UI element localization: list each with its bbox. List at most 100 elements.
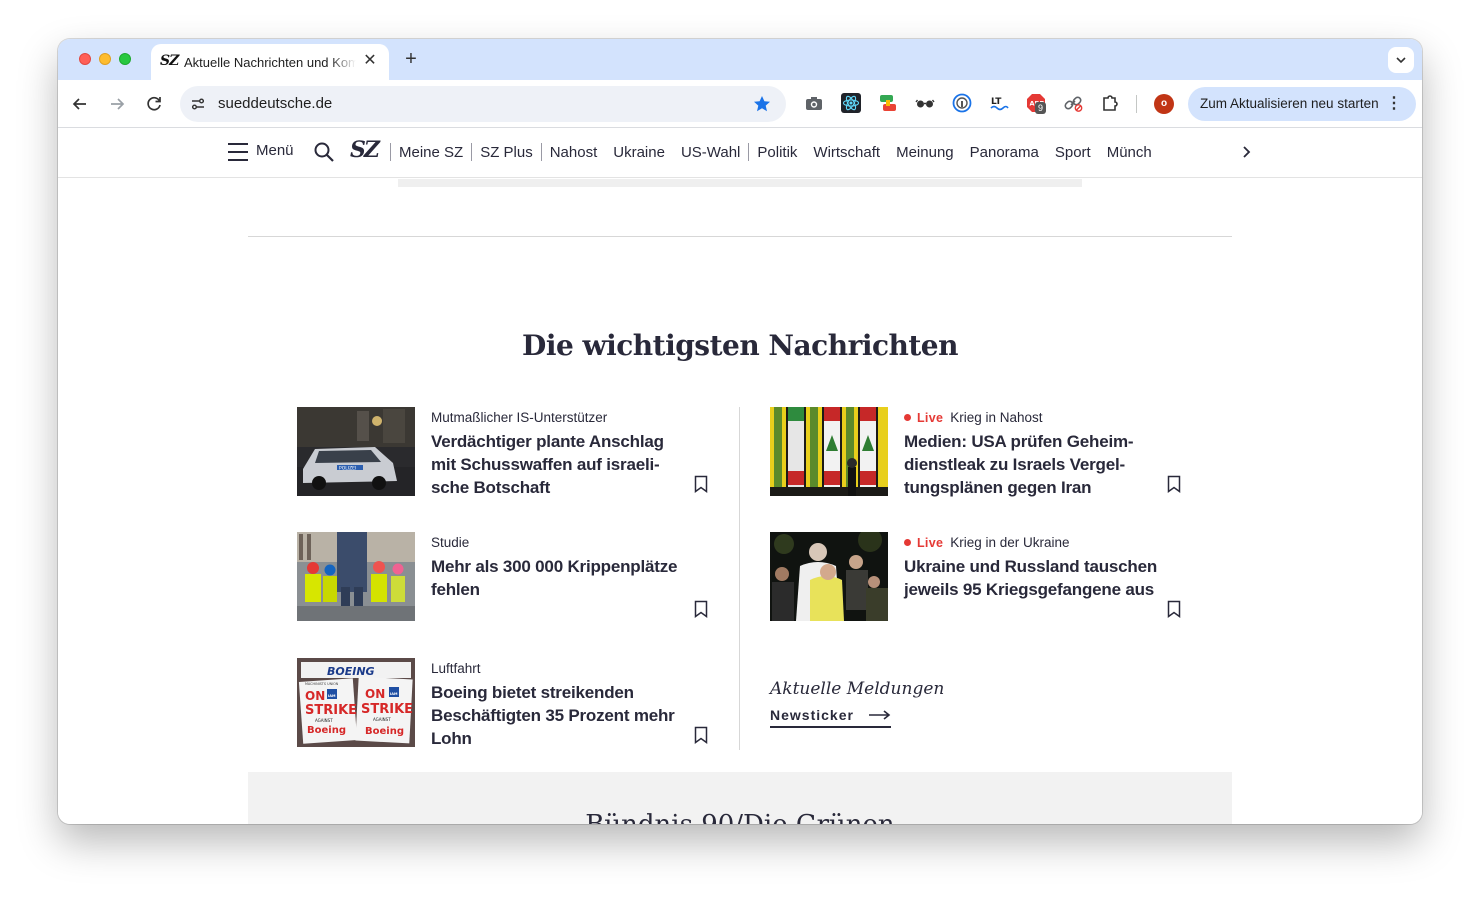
article-kicker: Mutmaßlicher IS-Unterstützer xyxy=(431,410,608,425)
article-text: Live Krieg in Nahost Medien: USA prüfen G… xyxy=(904,407,1160,499)
menu-button[interactable]: Menü xyxy=(256,142,294,159)
nav-items: Meine SZ SZ Plus Nahost Ukraine US-Wahl … xyxy=(390,142,1160,162)
bookmark-icon[interactable] xyxy=(694,726,708,744)
article-image[interactable] xyxy=(770,407,888,496)
extensions-puzzle-icon[interactable] xyxy=(1099,92,1121,114)
react-devtools-icon[interactable] xyxy=(840,92,862,114)
article-kicker: Krieg in Nahost xyxy=(950,410,1043,425)
strike-word-text: STRIKE xyxy=(361,702,413,717)
site-settings-icon[interactable] xyxy=(190,96,206,112)
article-card[interactable]: Live Krieg in der Ukraine Ukraine und Rus… xyxy=(770,532,1190,632)
profile-avatar[interactable]: o xyxy=(1154,94,1174,114)
sz-favicon-icon: SZ xyxy=(160,53,179,69)
next-section: Bündnis 90/Die Grünen xyxy=(248,772,1232,824)
sz-logo[interactable]: SZ xyxy=(350,137,380,163)
ad-placeholder xyxy=(398,179,1082,187)
extension-badge: 9 xyxy=(1035,102,1047,114)
union-badge-text: IAM xyxy=(328,694,336,698)
restart-to-update-button[interactable]: Zum Aktualisieren neu starten ⋮ xyxy=(1188,87,1416,121)
bookmark-icon[interactable] xyxy=(694,475,708,493)
article-kicker-row: Live Krieg in Nahost xyxy=(904,410,1160,425)
browser-toolbar: sueddeutsche.de LT ABP 9 o Zum Aktualisi… xyxy=(58,80,1422,128)
bookmark-icon[interactable] xyxy=(1167,475,1181,493)
nav-item-politik[interactable]: Politik xyxy=(749,144,805,161)
next-section-title: Bündnis 90/Die Grünen xyxy=(248,810,1232,824)
article-text: Luftfahrt Boeing bietet streikenden Besc… xyxy=(431,658,687,750)
article-card[interactable]: POLIZEI Mutmaßlicher IS-Unterstützer Ver… xyxy=(297,407,717,507)
forward-button[interactable] xyxy=(105,92,129,116)
adblock-extension-icon[interactable]: ABP 9 xyxy=(1025,92,1047,114)
live-badge: Live xyxy=(917,411,944,425)
tab-strip: SZ Aktuelle Nachrichten und Kommentare ✕… xyxy=(58,39,1422,80)
strike-on-text: ON xyxy=(365,687,385,701)
nav-item-muenchen[interactable]: Münch xyxy=(1099,144,1160,161)
police-label: POLIZEI xyxy=(339,466,356,472)
glasses-extension-icon[interactable] xyxy=(914,92,936,114)
color-extension-icon[interactable] xyxy=(877,92,899,114)
section-title: Die wichtigsten Nachrichten xyxy=(522,329,958,362)
nav-item-nahost[interactable]: Nahost xyxy=(542,144,606,161)
back-button[interactable] xyxy=(68,92,92,116)
address-bar[interactable]: sueddeutsche.de xyxy=(180,86,786,122)
article-image[interactable] xyxy=(770,532,888,621)
article-card[interactable]: BOEING ON IAM STRIKE AGAINST Boeing ON I… xyxy=(297,658,717,758)
article-headline[interactable]: Medien: USA prüfen Geheim­dienstleak zu … xyxy=(904,430,1160,499)
article-headline[interactable]: Boeing bietet streikenden Beschäftigten … xyxy=(431,681,687,750)
union-text: MACHINISTS UNION xyxy=(305,682,339,686)
strike-against-text: AGAINST xyxy=(315,718,333,723)
more-vert-icon[interactable]: ⋮ xyxy=(1386,96,1402,112)
svg-text:LT: LT xyxy=(991,97,1002,107)
chevron-down-icon xyxy=(1396,57,1406,64)
article-card[interactable]: Live Krieg in Nahost Medien: USA prüfen G… xyxy=(770,407,1190,507)
close-tab-icon[interactable]: ✕ xyxy=(361,52,379,70)
nav-item-sport[interactable]: Sport xyxy=(1047,144,1099,161)
nav-item-panorama[interactable]: Panorama xyxy=(962,144,1047,161)
nav-item-wirtschaft[interactable]: Wirtschaft xyxy=(805,144,888,161)
article-text: Live Krieg in der Ukraine Ukraine und Rus… xyxy=(904,532,1160,601)
reload-icon xyxy=(147,96,161,111)
new-tab-button[interactable]: + xyxy=(400,48,422,70)
live-dot xyxy=(904,414,911,421)
tab-search-button[interactable] xyxy=(1388,47,1414,73)
tab-active[interactable]: SZ Aktuelle Nachrichten und Kommentare ✕ xyxy=(151,44,389,80)
article-headline[interactable]: Mehr als 300 000 Krippen­plätze fehlen xyxy=(431,555,687,601)
arrow-right-icon xyxy=(868,710,891,720)
strike-against-text: AGAINST xyxy=(373,717,391,722)
bookmark-icon[interactable] xyxy=(1167,600,1181,618)
chevron-right-icon[interactable] xyxy=(1236,142,1256,162)
hamburger-menu-icon[interactable] xyxy=(228,143,248,161)
nav-item-sz-plus[interactable]: SZ Plus xyxy=(472,144,541,161)
browser-window: SZ Aktuelle Nachrichten und Kommentare ✕… xyxy=(58,39,1422,824)
search-icon[interactable] xyxy=(313,141,335,163)
nav-item-meinung[interactable]: Meinung xyxy=(888,144,962,161)
article-card[interactable]: Studie Mehr als 300 000 Krippen­plätze f… xyxy=(297,532,717,632)
tab-title: Aktuelle Nachrichten und Kommentare xyxy=(184,55,356,70)
close-window-button[interactable] xyxy=(79,53,91,65)
maximize-window-button[interactable] xyxy=(119,53,131,65)
link-extension-icon[interactable] xyxy=(1062,92,1084,114)
article-kicker-row: Live Krieg in der Ukraine xyxy=(904,535,1160,550)
ticker-label: Aktuelle Meldungen xyxy=(770,679,945,699)
newsticker-label: Newsticker xyxy=(770,707,854,723)
nav-item-meine-sz[interactable]: Meine SZ xyxy=(391,144,471,161)
minimize-window-button[interactable] xyxy=(99,53,111,65)
password-manager-icon[interactable] xyxy=(951,92,973,114)
article-image[interactable] xyxy=(297,532,415,621)
article-image[interactable]: BOEING ON IAM STRIKE AGAINST Boeing ON I… xyxy=(297,658,415,747)
article-image[interactable]: POLIZEI xyxy=(297,407,415,496)
article-headline[interactable]: Verdächtiger plante Anschlag mit Schussw… xyxy=(431,430,687,499)
camera-extension-icon[interactable] xyxy=(803,92,825,114)
newsticker-link[interactable]: Newsticker xyxy=(770,707,891,728)
strike-word-text: STRIKE xyxy=(305,703,357,718)
section-divider xyxy=(248,236,1232,237)
update-label: Zum Aktualisieren neu starten xyxy=(1200,96,1379,111)
bookmark-icon[interactable] xyxy=(694,600,708,618)
live-dot xyxy=(904,539,911,546)
languagetool-icon[interactable]: LT xyxy=(988,92,1010,114)
bookmark-star-icon[interactable] xyxy=(752,94,772,114)
nav-item-us-wahl[interactable]: US-Wahl xyxy=(673,144,748,161)
article-headline[interactable]: Ukraine und Russland tau­schen jeweils 9… xyxy=(904,555,1160,601)
reload-button[interactable] xyxy=(142,92,166,116)
nav-item-ukraine[interactable]: Ukraine xyxy=(605,144,673,161)
arrow-right-icon xyxy=(111,98,125,110)
